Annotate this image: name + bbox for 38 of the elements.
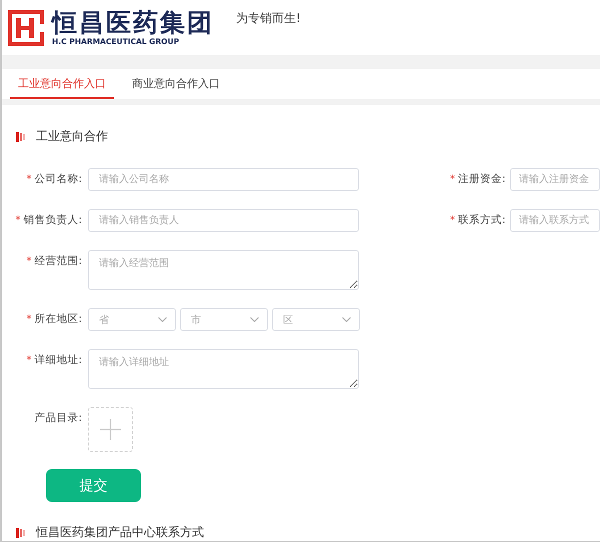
chevron-down-icon <box>158 317 167 322</box>
field-label: * 经营范围: <box>25 254 83 269</box>
text-field[interactable]: 请输入注册资金 <box>510 168 600 191</box>
field-label: * 详细地址: <box>25 353 83 368</box>
field-label: 产品目录: <box>33 411 83 426</box>
field-label: * 销售负责人: <box>14 213 83 228</box>
field-label: * 联系方式: <box>450 213 507 228</box>
section-marker-icon <box>16 132 26 142</box>
submit-button[interactable]: 提交 <box>46 469 141 502</box>
section-title: 工业意向合作 <box>36 128 108 145</box>
required-mark: * <box>26 256 32 267</box>
chevron-down-icon <box>342 317 351 322</box>
section-marker-icon <box>16 528 26 538</box>
text-field[interactable]: 请输入联系方式 <box>510 209 600 232</box>
dropdown[interactable]: 省 <box>88 308 176 331</box>
required-mark: * <box>450 215 455 226</box>
dropdown[interactable]: 市 <box>180 308 268 331</box>
logo-icon <box>8 10 44 46</box>
chevron-down-icon <box>250 317 259 322</box>
text-field[interactable]: 请输入销售负责人 <box>88 209 359 232</box>
field-label: * 注册资金: <box>450 172 507 187</box>
text-area[interactable]: 请输入经营范围 <box>88 250 359 290</box>
slogan: 为专销而生! <box>236 10 301 27</box>
field-label: * 所在地区: <box>25 312 83 327</box>
tab[interactable]: 商业意向合作入口 <box>124 69 228 99</box>
required-mark: * <box>26 314 32 325</box>
upload-button[interactable] <box>88 407 133 452</box>
dropdown[interactable]: 区 <box>272 308 360 331</box>
required-mark: * <box>15 215 20 226</box>
brand-name: 恒昌医药集团 <box>52 9 214 37</box>
text-area[interactable]: 请输入详细地址 <box>88 349 359 389</box>
text-field[interactable]: 请输入公司名称 <box>88 168 359 191</box>
required-mark: * <box>450 174 455 185</box>
section-title: 恒昌医药集团产品中心联系方式 <box>36 524 204 541</box>
required-mark: * <box>26 355 32 366</box>
required-mark: * <box>26 174 32 185</box>
field-label: * 公司名称: <box>25 172 83 187</box>
plus-icon <box>100 419 121 440</box>
